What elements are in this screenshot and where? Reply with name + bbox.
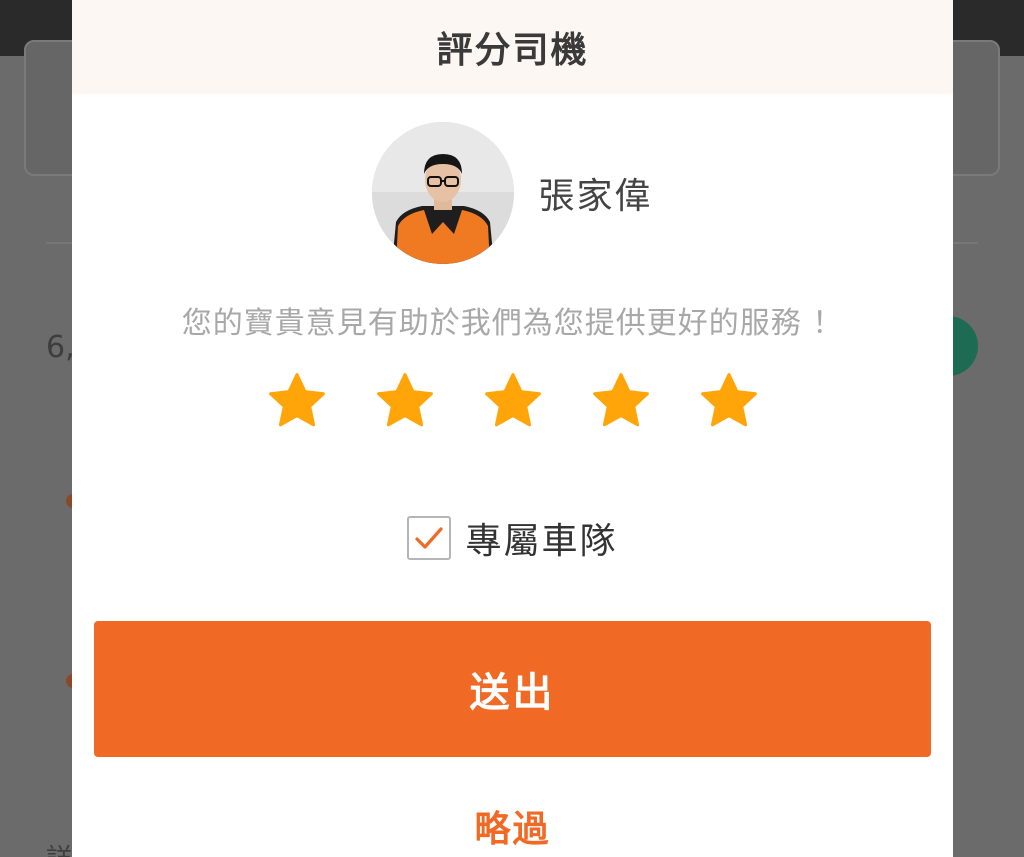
dialog-title: 評分司機 [436,30,589,71]
driver-info: 張家偉 [72,122,953,264]
star-icon[interactable] [266,370,328,432]
star-icon[interactable] [374,370,436,432]
star-icon[interactable] [698,370,760,432]
driver-name: 張家偉 [538,176,653,217]
exclusive-fleet-checkbox[interactable] [407,516,452,560]
driver-avatar [372,122,515,264]
dialog-header: 評分司機 [72,0,953,94]
submit-button[interactable]: 送出 [94,621,931,757]
star-icon[interactable] [590,370,652,432]
exclusive-fleet-label: 專屬車隊 [465,521,618,562]
checkmark-icon [415,527,444,549]
person-icon [372,122,515,264]
background-text: 詳 [46,838,72,857]
star-rating [72,370,953,432]
exclusive-fleet-option[interactable]: 專屬車隊 [72,512,953,564]
rate-driver-dialog: 評分司機 張家偉 您的寶貴意見有助於我們為您提供更好的服務 ！ 專屬車隊 送出 … [72,0,953,857]
star-icon[interactable] [482,370,544,432]
skip-button[interactable]: 略過 [72,800,953,852]
background-text: 6, [46,330,75,365]
feedback-prompt: 您的寶貴意見有助於我們為您提供更好的服務 ！ [181,306,844,341]
